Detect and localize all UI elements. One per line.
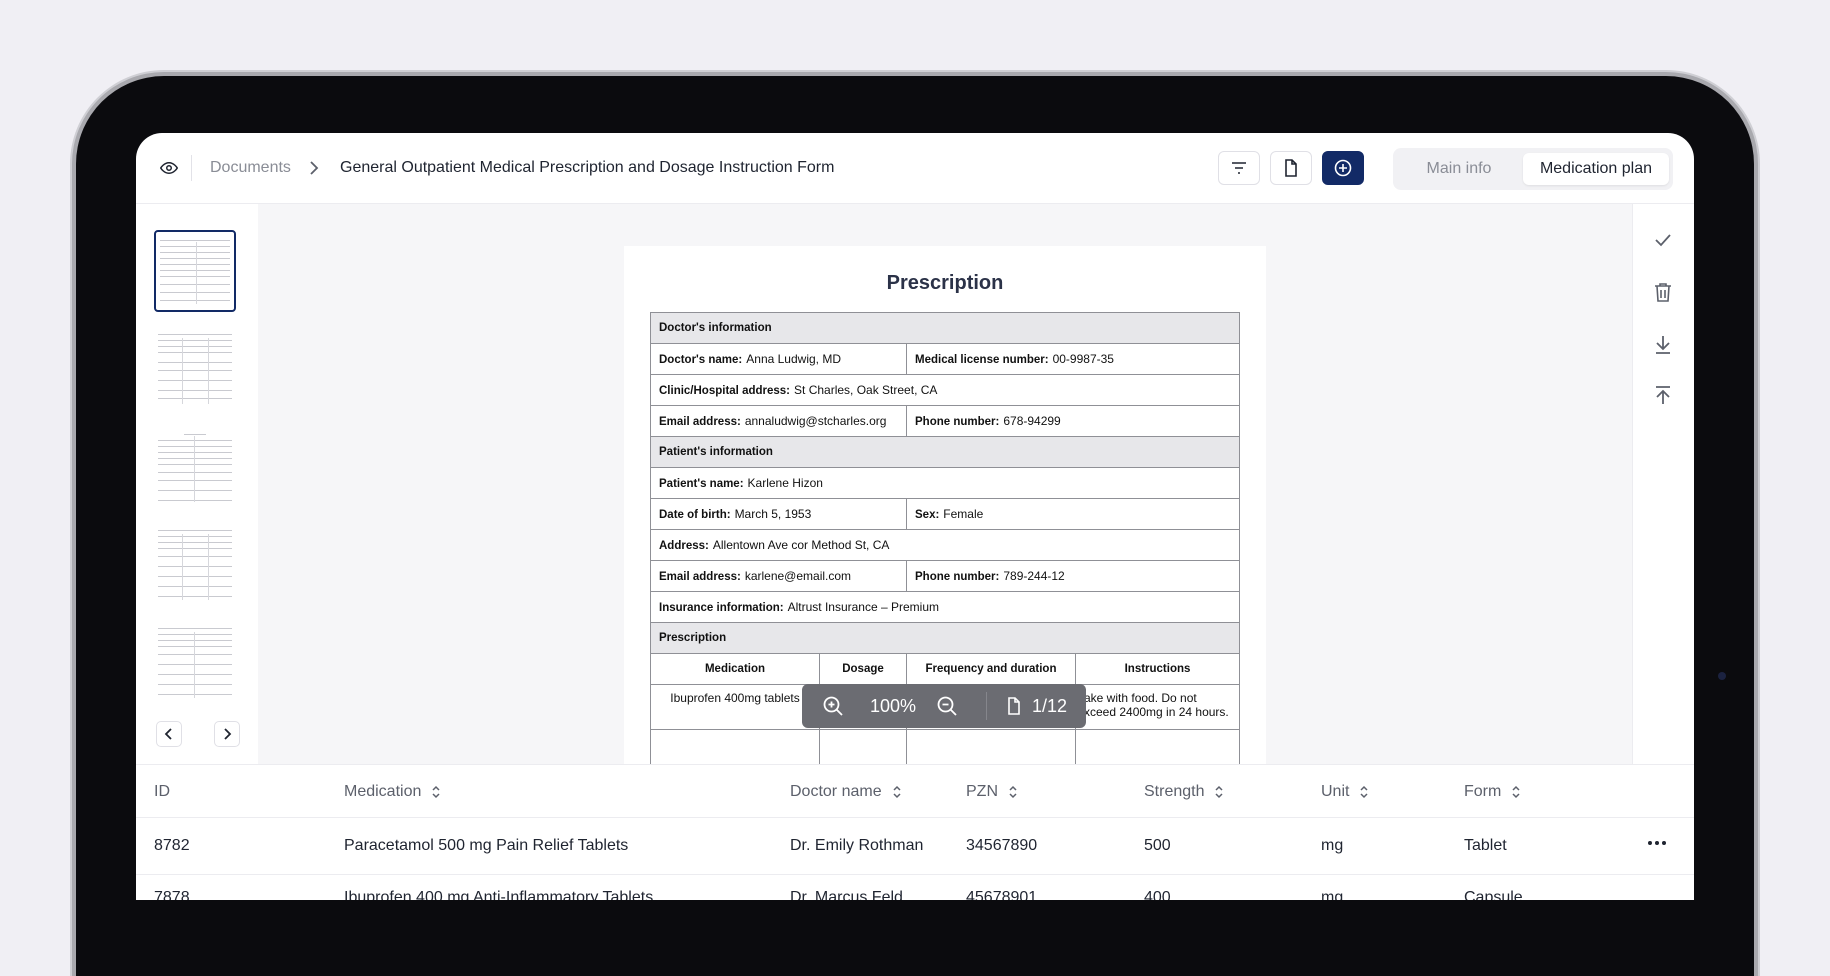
cell-pzn: 34567890 <box>966 837 1038 854</box>
medication-cell: Ibuprofen 400mg tablets <box>650 684 820 730</box>
document-title: Prescription <box>886 272 1004 294</box>
cell-doctor: Dr. Emily Rothman <box>790 837 924 854</box>
col-instructions: Instructions <box>1075 653 1240 685</box>
header-pzn[interactable]: PZN <box>966 783 1018 801</box>
cell-medication: Paracetamol 500 mg Pain Relief Tablets <box>344 837 629 854</box>
patient-phone-cell: Phone number: 789-244-12 <box>906 560 1240 592</box>
zoom-level: 100% <box>870 696 917 716</box>
page-icon <box>1008 697 1020 715</box>
sort-icon[interactable] <box>1359 785 1369 799</box>
col-dosage: Dosage <box>819 653 907 685</box>
chevron-left-icon <box>164 728 172 740</box>
cell-strength: 400 <box>1144 889 1171 900</box>
document-viewer[interactable]: Prescription Doctor's information Doctor… <box>258 204 1632 764</box>
instructions-cell: ake with food. Do not xceed 2400mg in 24… <box>1075 684 1240 730</box>
col-medication: Medication <box>650 653 820 685</box>
row-divider <box>136 874 1694 875</box>
dob-cell: Date of birth: March 5, 1953 <box>650 498 907 530</box>
col-frequency: Frequency and duration <box>906 653 1076 685</box>
sort-icon[interactable] <box>431 785 441 799</box>
sort-icon[interactable] <box>892 785 902 799</box>
breadcrumb-documents[interactable]: Documents <box>210 159 291 177</box>
thumbnail-page-4[interactable] <box>154 524 236 606</box>
page-thumbnails <box>136 204 259 764</box>
insurance-cell: Insurance information: Altrust Insurance … <box>650 591 1240 623</box>
tab-main-info[interactable]: Main info <box>1399 153 1519 185</box>
thumbnail-page-5[interactable] <box>154 622 236 704</box>
more-icon[interactable] <box>1646 837 1668 849</box>
filter-icon <box>1232 162 1246 174</box>
empty-cell <box>650 729 820 764</box>
camera-dot <box>1718 672 1726 680</box>
doctor-phone-cell: Phone number: 678-94299 <box>906 405 1240 437</box>
filter-button[interactable] <box>1218 151 1260 185</box>
zoom-toolbar: 100% 1/12 <box>802 684 1086 728</box>
cell-strength: 500 <box>1144 837 1171 854</box>
trash-icon[interactable] <box>1651 280 1675 304</box>
download-icon[interactable] <box>1651 332 1675 356</box>
upload-icon[interactable] <box>1651 384 1675 408</box>
zoom-divider <box>986 692 987 720</box>
patient-name-cell: Patient's name: Karlene Hizon <box>650 467 1240 499</box>
sort-icon[interactable] <box>1008 785 1018 799</box>
document-tools <box>1632 204 1694 764</box>
breadcrumb-current-document: General Outpatient Medical Prescription … <box>340 159 835 176</box>
cell-form: Tablet <box>1464 837 1507 854</box>
patient-section-header: Patient's information <box>650 436 1240 468</box>
cell-pzn: 45678901 <box>966 889 1038 900</box>
cell-id: 8782 <box>154 837 190 854</box>
header-unit[interactable]: Unit <box>1321 783 1369 801</box>
doctor-section-header: Doctor's information <box>650 312 1240 344</box>
chevron-right-icon <box>310 161 319 175</box>
zoom-in-icon[interactable] <box>822 695 844 717</box>
doctor-email-cell: Email address: annaludwig@stcharles.org <box>650 405 907 437</box>
patient-email-cell: Email address: karlene@email.com <box>650 560 907 592</box>
thumbnail-page-2[interactable] <box>154 328 236 410</box>
cell-unit: mg <box>1321 837 1344 854</box>
header-bar: Documents General Outpatient Medical Pre… <box>136 133 1694 204</box>
header-form[interactable]: Form <box>1464 783 1521 801</box>
sort-icon[interactable] <box>1214 785 1224 799</box>
thumbnail-page-3[interactable] <box>154 426 236 508</box>
header-id[interactable]: ID <box>154 783 170 801</box>
next-page-button[interactable] <box>214 721 240 747</box>
header-divider <box>191 155 192 181</box>
header-medication[interactable]: Medication <box>344 783 441 801</box>
cell-id: 7878 <box>154 889 190 900</box>
eye-icon[interactable] <box>160 159 178 177</box>
cell-form: Capsule <box>1464 889 1523 900</box>
cell-doctor: Dr. Marcus Feld <box>790 889 903 900</box>
view-tabs: Main info Medication plan <box>1393 148 1673 190</box>
empty-cell <box>819 729 907 764</box>
empty-cell <box>906 729 1076 764</box>
prescription-section-header: Prescription <box>650 622 1240 654</box>
empty-cell <box>1075 729 1240 764</box>
add-button[interactable] <box>1322 151 1364 185</box>
tab-medication-plan[interactable]: Medication plan <box>1523 153 1669 185</box>
header-doctor-name[interactable]: Doctor name <box>790 783 902 801</box>
sex-cell: Sex: Female <box>906 498 1240 530</box>
medication-table: ID Medication Doctor name PZN Strength U… <box>136 764 1694 900</box>
document-button[interactable] <box>1270 151 1312 185</box>
address-cell: Address: Allentown Ave cor Method St, CA <box>650 529 1240 561</box>
clinic-cell: Clinic/Hospital address: St Charles, Oak … <box>650 374 1240 406</box>
add-circle-icon <box>1334 159 1352 177</box>
license-cell: Medical license number: 00-9987-35 <box>906 343 1240 375</box>
header-strength[interactable]: Strength <box>1144 783 1224 801</box>
cell-unit: mg <box>1321 889 1344 900</box>
zoom-out-icon[interactable] <box>936 695 958 717</box>
chevron-right-icon <box>224 728 232 740</box>
check-icon[interactable] <box>1651 228 1675 252</box>
file-icon <box>1285 159 1297 177</box>
header-divider <box>136 817 1694 818</box>
app-screen: Documents General Outpatient Medical Pre… <box>136 133 1694 900</box>
prev-page-button[interactable] <box>156 721 182 747</box>
sort-icon[interactable] <box>1511 785 1521 799</box>
page-indicator: 1/12 <box>1032 696 1068 716</box>
thumbnail-page-1[interactable] <box>154 230 236 312</box>
cell-medication: Ibuprofen 400 mg Anti-Inflammatory Table… <box>344 889 654 900</box>
doctor-name-cell: Doctor's name: Anna Ludwig, MD <box>650 343 907 375</box>
